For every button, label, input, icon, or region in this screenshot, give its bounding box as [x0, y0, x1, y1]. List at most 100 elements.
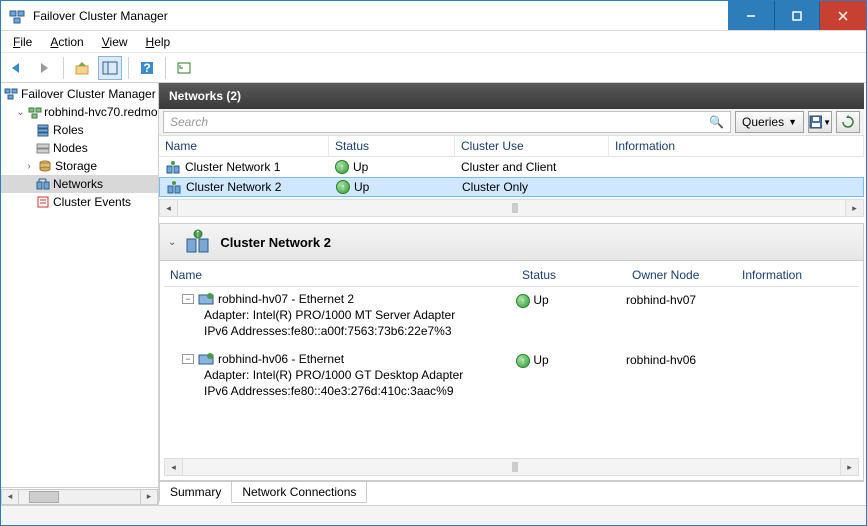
tree-root-label: Failover Cluster Manager — [21, 87, 156, 101]
tab-summary[interactable]: Summary — [159, 481, 232, 502]
tree-pane: Failover Cluster Manager ⌄ robhind-hvc70… — [1, 83, 159, 505]
dcol-status[interactable]: Status — [516, 265, 626, 286]
detail-row[interactable]: − robhind-hv07 - Ethernet 2 Adapter: Int… — [164, 287, 859, 347]
expand-icon[interactable]: ⌄ — [15, 107, 26, 118]
window-buttons — [728, 1, 866, 30]
grid-row[interactable]: Cluster Network 1 ↑Up Cluster and Client — [159, 157, 864, 177]
minimize-button[interactable] — [728, 1, 774, 30]
adapter-status: Up — [533, 293, 548, 307]
statusbar — [1, 505, 866, 525]
dcol-owner[interactable]: Owner Node — [626, 265, 736, 286]
scroll-track[interactable] — [19, 489, 140, 505]
app-icon — [7, 6, 27, 26]
roles-icon — [35, 122, 51, 138]
expand-icon[interactable]: › — [23, 161, 35, 172]
adapter-icon — [198, 291, 214, 307]
menu-help[interactable]: Help — [138, 33, 179, 51]
collapse-toggle[interactable]: − — [182, 354, 194, 364]
menu-view[interactable]: View — [94, 33, 136, 51]
tree-nodes[interactable]: Nodes — [1, 139, 158, 157]
toolbar-separator — [63, 57, 64, 79]
scroll-left-button[interactable]: ◂ — [1, 489, 19, 505]
toolbar-up-button[interactable] — [70, 56, 94, 80]
grid-header: Name Status Cluster Use Information — [159, 135, 864, 157]
menu-file[interactable]: File — [5, 33, 40, 51]
tree-networks-label: Networks — [53, 177, 103, 191]
row-status: Up — [353, 160, 368, 174]
collapse-icon[interactable]: ⌄ — [168, 237, 176, 248]
grid-hscroll[interactable]: ◂ ▸ — [159, 199, 864, 217]
network-icon — [166, 179, 182, 195]
close-button[interactable] — [820, 1, 866, 30]
row-name: Cluster Network 2 — [186, 180, 281, 194]
refresh-button[interactable] — [836, 111, 860, 133]
tree-storage[interactable]: › Storage — [1, 157, 158, 175]
tree[interactable]: Failover Cluster Manager ⌄ robhind-hvc70… — [1, 83, 158, 487]
detail-grid: Name Status Owner Node Information − rob… — [164, 265, 859, 456]
detail-title: Cluster Network 2 — [220, 235, 331, 250]
row-status: Up — [354, 180, 369, 194]
scroll-mark — [512, 203, 518, 213]
chevron-down-icon: ▼ — [788, 117, 797, 127]
row-name: Cluster Network 1 — [185, 160, 280, 174]
content-title: Networks (2) — [169, 89, 241, 103]
adapter-name: robhind-hv07 - Ethernet 2 — [218, 292, 354, 306]
adapter-owner: robhind-hv06 — [626, 353, 696, 367]
detail-header[interactable]: ⌄ ↑ Cluster Network 2 — [159, 223, 864, 261]
adapter-desc: Adapter: Intel(R) PRO/1000 MT Server Ada… — [182, 307, 516, 323]
tree-events[interactable]: Cluster Events — [1, 193, 158, 211]
save-query-button[interactable]: ▼ — [808, 111, 832, 133]
svg-text:?: ? — [143, 61, 150, 75]
scroll-track[interactable] — [183, 459, 840, 475]
app-window: Failover Cluster Manager File Action Vie… — [0, 0, 867, 526]
adapter-owner: robhind-hv07 — [626, 293, 696, 307]
scroll-right-button[interactable]: ▸ — [140, 489, 158, 505]
tree-roles[interactable]: Roles — [1, 121, 158, 139]
search-input[interactable]: Search 🔍 — [163, 111, 731, 133]
collapse-toggle[interactable]: − — [182, 294, 194, 304]
adapter-ipv6: IPv6 Addresses:fe80::a00f:7563:73b6:22e7… — [182, 323, 516, 339]
detail-row[interactable]: − robhind-hv06 - Ethernet Adapter: Intel… — [164, 347, 859, 407]
tree-root[interactable]: Failover Cluster Manager — [1, 85, 158, 103]
adapter-icon — [198, 351, 214, 367]
col-info[interactable]: Information — [609, 136, 864, 156]
col-name[interactable]: Name — [159, 136, 329, 156]
col-use[interactable]: Cluster Use — [455, 136, 609, 156]
tree-networks[interactable]: Networks — [1, 175, 158, 193]
toolbar-show-hide-tree-button[interactable] — [98, 56, 122, 80]
menu-action[interactable]: Action — [42, 33, 91, 51]
dcol-info[interactable]: Information — [736, 265, 859, 286]
search-icon[interactable]: 🔍 — [709, 115, 724, 129]
scroll-thumb[interactable] — [29, 491, 59, 503]
nav-forward-button[interactable] — [33, 56, 57, 80]
nodes-icon — [35, 140, 51, 156]
events-icon — [35, 194, 51, 210]
detail-tabs: Summary Network Connections — [159, 481, 864, 503]
content-header: Networks (2) — [159, 83, 864, 109]
tab-connections[interactable]: Network Connections — [231, 482, 367, 503]
detail-hscroll[interactable]: ◂ ▸ — [164, 458, 859, 476]
grid-row[interactable]: Cluster Network 2 ↑Up Cluster Only — [159, 177, 864, 197]
toolbar-help-button[interactable]: ? — [135, 56, 159, 80]
scroll-track[interactable] — [178, 200, 845, 216]
menubar: File Action View Help — [1, 31, 866, 53]
scroll-left-button[interactable]: ◂ — [160, 200, 178, 216]
queries-button[interactable]: Queries ▼ — [735, 111, 804, 133]
toolbar-refresh-button[interactable] — [172, 56, 196, 80]
detail-grid-header: Name Status Owner Node Information — [164, 265, 859, 287]
scroll-right-button[interactable]: ▸ — [845, 200, 863, 216]
scroll-right-button[interactable]: ▸ — [840, 459, 858, 475]
up-icon: ↑ — [335, 160, 349, 174]
tree-cluster[interactable]: ⌄ robhind-hvc70.redmond — [1, 103, 158, 121]
adapter-status: Up — [533, 353, 548, 367]
up-icon: ↑ — [516, 294, 530, 308]
col-status[interactable]: Status — [329, 136, 455, 156]
tree-events-label: Cluster Events — [53, 195, 131, 209]
tree-hscroll[interactable]: ◂ ▸ — [1, 487, 158, 505]
scroll-left-button[interactable]: ◂ — [165, 459, 183, 475]
maximize-button[interactable] — [774, 1, 820, 30]
adapter-desc: Adapter: Intel(R) PRO/1000 GT Desktop Ad… — [182, 367, 516, 383]
chevron-down-icon: ▼ — [823, 118, 831, 127]
dcol-name[interactable]: Name — [164, 265, 516, 286]
nav-back-button[interactable] — [5, 56, 29, 80]
